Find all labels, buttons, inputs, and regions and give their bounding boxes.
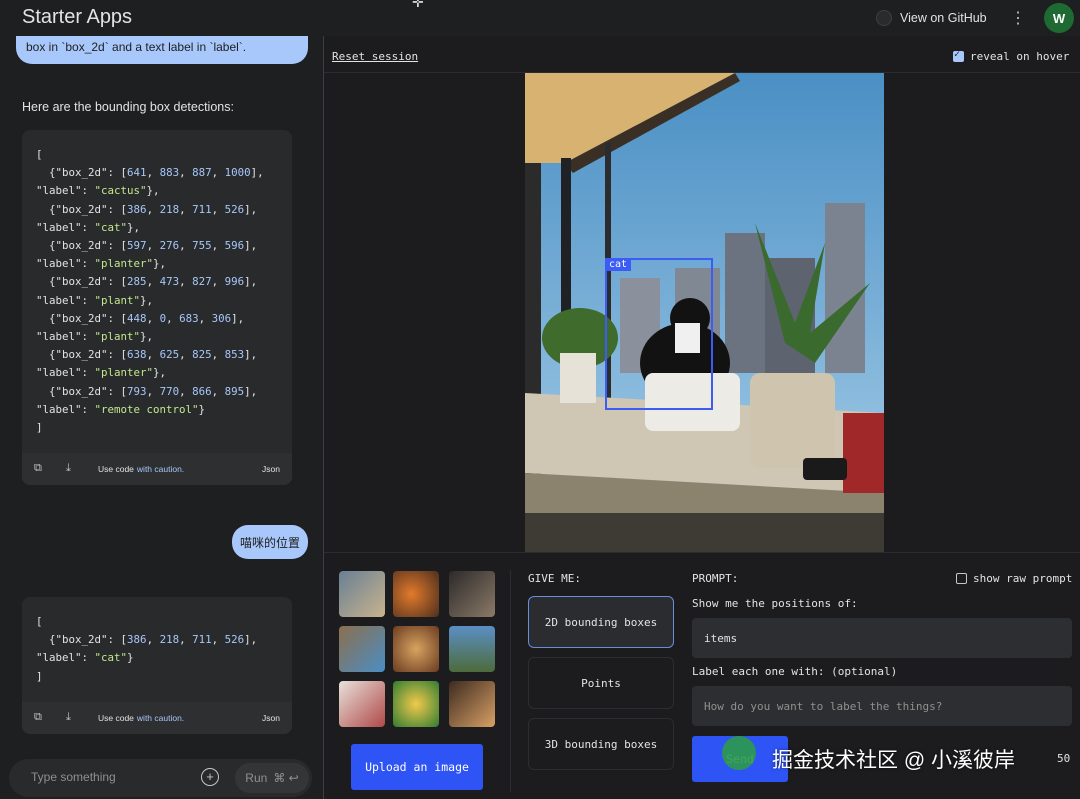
chat-input-bar: + Run ⌘ ↩: [9, 759, 312, 797]
view-on-github-link[interactable]: View on GitHub: [876, 10, 987, 26]
code-line: "label": "planter"},: [36, 366, 167, 380]
code-line: {"box_2d": [386, 218, 711, 526],: [36, 202, 258, 216]
analyzed-image[interactable]: cat: [525, 73, 884, 552]
items-input[interactable]: [692, 618, 1072, 658]
top-bar: Starter Apps ✛ View on GitHub ⋮ W: [0, 0, 1080, 36]
main-toolbar: Reset session reveal on hover: [324, 36, 1080, 73]
run-label: Run: [245, 771, 268, 785]
copy-icon[interactable]: ⧉: [34, 462, 48, 476]
avatar[interactable]: W: [1044, 3, 1074, 33]
detection-bounding-box[interactable]: [605, 258, 713, 410]
upload-image-button[interactable]: Upload an image: [351, 744, 483, 790]
more-menu-icon[interactable]: ⋮: [1010, 8, 1026, 28]
code-line: {"box_2d": [638, 625, 825, 853],: [36, 348, 258, 362]
download-icon[interactable]: ⤓: [66, 711, 80, 725]
show-raw-label: show raw prompt: [973, 572, 1073, 585]
sample-image-thumbnail[interactable]: [393, 681, 439, 727]
code-line: {"box_2d": [285, 473, 827, 996],: [36, 275, 258, 289]
option-points[interactable]: Points: [528, 657, 674, 709]
code-line: "label": "remote control"}: [36, 402, 206, 416]
watermark: 掘金技术社区 @ 小溪彼岸: [718, 732, 1078, 786]
code-line: "label": "cat"}: [36, 651, 134, 665]
give-me-label: GIVE ME:: [528, 572, 581, 585]
sample-image-thumbnail[interactable]: [449, 681, 495, 727]
app-title: Starter Apps: [22, 6, 133, 28]
code-line: {"box_2d": [641, 883, 887, 1000],: [36, 166, 264, 180]
sample-image-thumbnail[interactable]: [339, 626, 385, 672]
prompt-label: PROMPT:: [692, 572, 739, 585]
caution-link[interactable]: with caution.: [137, 464, 184, 474]
github-label: View on GitHub: [900, 11, 987, 25]
code-language: Json: [262, 712, 280, 723]
code-line: "label": "cat"},: [36, 220, 141, 234]
chat-panel: box in `box_2d` and a text label in `lab…: [0, 36, 323, 799]
code-line: ]: [36, 669, 43, 683]
code-block: [ {"box_2d": [641, 883, 887, 1000], "lab…: [22, 130, 292, 486]
reveal-label: reveal on hover: [970, 50, 1070, 63]
code-footer: ⧉ ⤓ Use code with caution. Json: [22, 701, 292, 734]
sample-image-thumbnail[interactable]: [449, 626, 495, 672]
use-code-text: Use code: [98, 464, 134, 475]
code-line: [: [36, 615, 43, 628]
code-language: Json: [262, 464, 280, 475]
add-icon[interactable]: +: [201, 768, 219, 786]
code-block: [ {"box_2d": [386, 218, 711, 526], "labe…: [22, 597, 292, 734]
code-line: [: [36, 148, 43, 161]
label-with-label: Label each one with: (optional): [692, 665, 898, 678]
code-footer: ⧉ ⤓ Use code with caution. Json: [22, 453, 292, 486]
checkbox-unchecked-icon[interactable]: [956, 573, 967, 584]
copy-icon[interactable]: ⧉: [34, 711, 48, 725]
reveal-on-hover-toggle[interactable]: reveal on hover: [953, 49, 1070, 63]
run-button[interactable]: Run ⌘ ↩: [235, 763, 309, 793]
show-raw-prompt-toggle[interactable]: show raw prompt: [956, 572, 1072, 585]
sample-image-thumbnail[interactable]: [449, 571, 495, 617]
code-content: [ {"box_2d": [386, 218, 711, 526], "labe…: [22, 597, 292, 702]
show-positions-label: Show me the positions of:: [692, 597, 858, 610]
main-panel: Reset session reveal on hover: [324, 36, 1080, 799]
option-2d-bounding-boxes[interactable]: 2D bounding boxes: [528, 596, 674, 648]
code-line: {"box_2d": [793, 770, 866, 895],: [36, 384, 258, 398]
sample-image-thumbnail[interactable]: [393, 626, 439, 672]
detection-label: cat: [605, 258, 632, 271]
code-line: ]: [36, 421, 43, 435]
run-shortcut: ⌘ ↩: [273, 771, 299, 785]
code-line: "label": "plant"},: [36, 293, 154, 307]
response-intro: Here are the bounding box detections:: [22, 100, 234, 114]
checkbox-checked-icon[interactable]: [953, 49, 964, 62]
chat-input[interactable]: [29, 769, 193, 785]
user-message: 喵咪的位置: [232, 525, 308, 559]
previous-user-message: box in `box_2d` and a text label in `lab…: [16, 36, 308, 64]
watermark-text: 掘金技术社区 @ 小溪彼岸: [772, 749, 1015, 772]
code-line: "label": "cactus"},: [36, 184, 160, 198]
use-code-text: Use code: [98, 712, 134, 723]
option-3d-bounding-boxes[interactable]: 3D bounding boxes: [528, 718, 674, 770]
code-line: "label": "plant"},: [36, 330, 154, 344]
github-icon: [876, 10, 892, 26]
code-content: [ {"box_2d": [641, 883, 887, 1000], "lab…: [22, 130, 292, 453]
code-line: {"box_2d": [597, 276, 755, 596],: [36, 239, 258, 253]
cursor-crosshair-icon: ✛: [412, 0, 424, 10]
code-line: {"box_2d": [448, 0, 683, 306],: [36, 311, 245, 325]
download-icon[interactable]: ⤓: [66, 462, 80, 476]
wechat-logo-icon: [722, 736, 756, 770]
label-input[interactable]: [692, 686, 1072, 726]
options-divider: [510, 570, 511, 792]
caution-link[interactable]: with caution.: [137, 713, 184, 723]
panel-divider-horizontal: [324, 552, 1080, 553]
sample-image-thumbnail[interactable]: [339, 571, 385, 617]
code-line: {"box_2d": [386, 218, 711, 526],: [36, 633, 258, 647]
reset-session-link[interactable]: Reset session: [332, 50, 418, 63]
code-line: "label": "planter"},: [36, 257, 167, 271]
sample-image-thumbnail[interactable]: [339, 681, 385, 727]
sample-image-thumbnail[interactable]: [393, 571, 439, 617]
